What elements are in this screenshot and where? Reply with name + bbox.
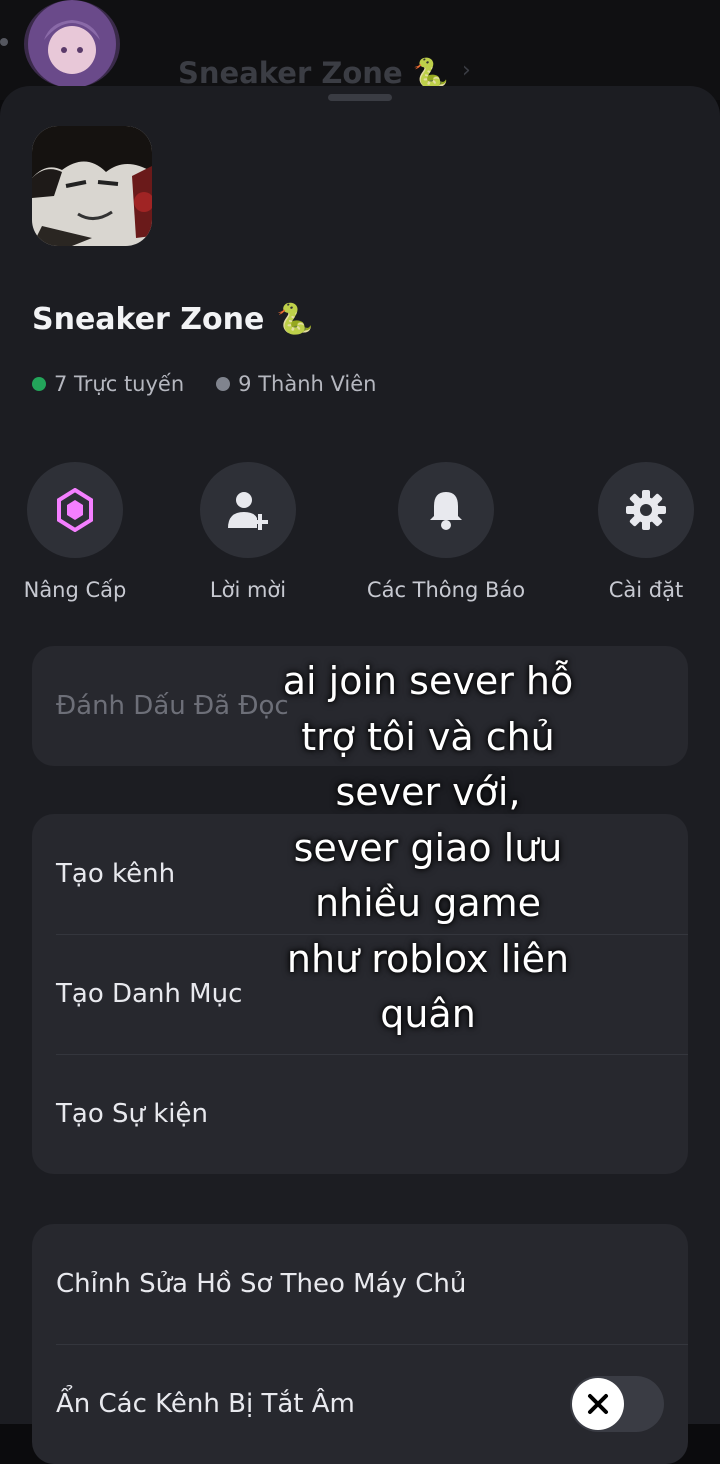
- invite-label: Lời mời: [209, 578, 287, 602]
- status-dot: [0, 38, 8, 46]
- action-row: Nâng Cấp Lời mời Các Thông Báo Cài đặt: [0, 462, 720, 622]
- caption-line: như roblox liên: [286, 936, 570, 981]
- create-event-button[interactable]: Tạo Sự kiện: [32, 1054, 688, 1174]
- online-count: 7 Trực tuyến: [54, 372, 185, 396]
- nitro-gem-icon: [27, 462, 123, 558]
- invite-button[interactable]: Lời mời: [163, 462, 333, 602]
- add-user-icon: [200, 462, 296, 558]
- snake-emoji-icon: 🐍: [276, 302, 314, 337]
- settings-label: Cài đặt: [608, 578, 684, 602]
- gear-icon: [598, 462, 694, 558]
- caption-line: quân: [380, 992, 476, 1036]
- caption-overlay: ai join sever hỗ trợ tôi và chủ sever vớ…: [228, 654, 628, 1043]
- online-dot-icon: [32, 377, 46, 391]
- caption-line: ai join sever hỗ: [282, 659, 574, 703]
- server-stats: 7 Trực tuyến 9 Thành Viên: [32, 372, 376, 396]
- notifications-button[interactable]: Các Thông Báo: [361, 462, 531, 602]
- settings-button[interactable]: Cài đặt: [561, 462, 720, 602]
- close-icon: [572, 1378, 624, 1430]
- hide-muted-channels-label: Ẩn Các Kênh Bị Tắt Âm: [56, 1389, 355, 1419]
- server-name: Sneaker Zone 🐍: [32, 302, 314, 337]
- member-dot-icon: [216, 377, 231, 391]
- server-name-text: Sneaker Zone: [32, 302, 265, 337]
- top-bar: Sneaker Zone 🐍 ›: [0, 0, 720, 100]
- hide-muted-channels-row[interactable]: Ẩn Các Kênh Bị Tắt Âm: [32, 1344, 688, 1464]
- avatar[interactable]: [24, 0, 120, 88]
- caption-line: trợ tôi và chủ: [301, 714, 555, 759]
- notifications-label: Các Thông Báo: [366, 578, 526, 602]
- member-count: 9 Thành Viên: [238, 372, 377, 396]
- chevron-right-icon: ›: [462, 58, 471, 83]
- caption-line: sever với,: [335, 770, 521, 814]
- caption-line: sever giao lưu: [293, 825, 563, 870]
- edit-server-profile-button[interactable]: Chỉnh Sửa Hồ Sơ Theo Máy Chủ: [32, 1224, 688, 1344]
- boost-label: Nâng Cấp: [23, 578, 127, 602]
- drag-handle[interactable]: [328, 94, 392, 101]
- profile-card: Chỉnh Sửa Hồ Sơ Theo Máy Chủ Ẩn Các Kênh…: [32, 1224, 688, 1464]
- server-icon: [32, 126, 152, 246]
- bell-icon: [398, 462, 494, 558]
- boost-button[interactable]: Nâng Cấp: [0, 462, 160, 602]
- caption-line: nhiều game: [314, 881, 542, 925]
